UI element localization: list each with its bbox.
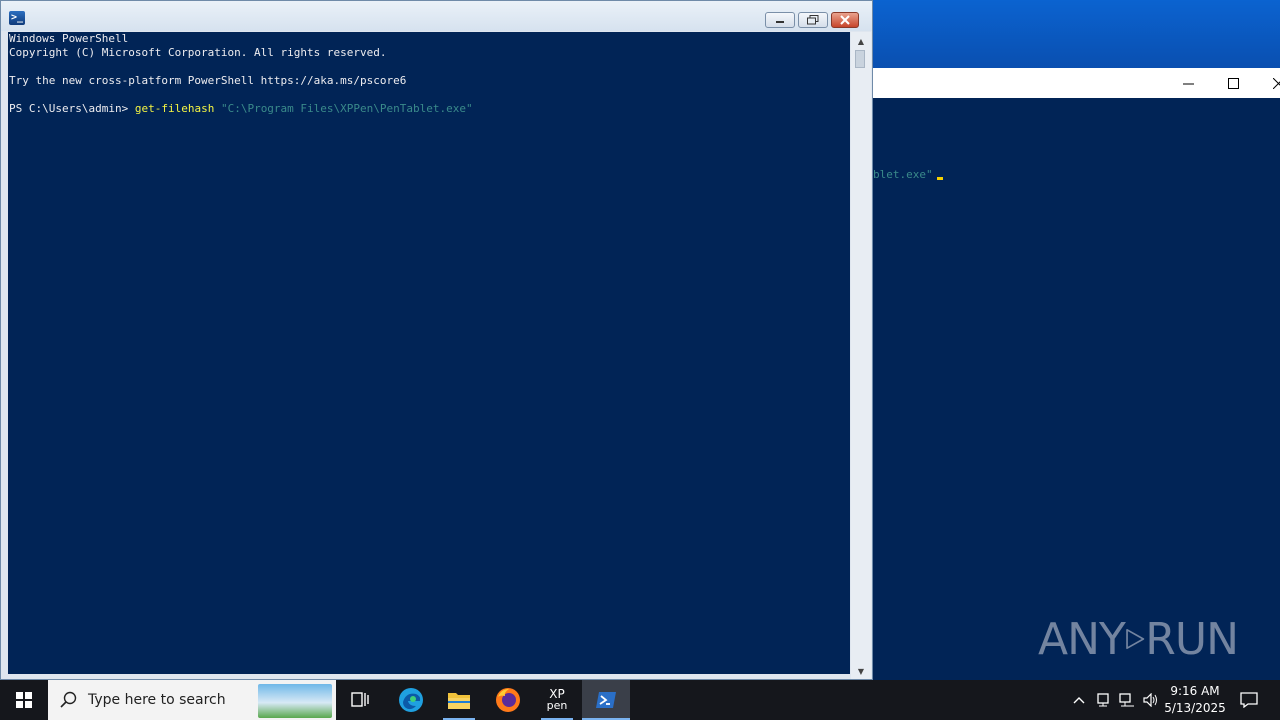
vertical-scrollbar[interactable]: ▲ ▼: [851, 32, 871, 679]
background-powershell-window[interactable]: blet.exe": [873, 68, 1280, 680]
minimize-icon[interactable]: [1165, 68, 1211, 98]
taskbar: Type here to search XP pen 9:16 AM 5/13/…: [0, 680, 1280, 720]
powershell-window[interactable]: >_ Windows PowerShell Copyright (C) Micr…: [0, 0, 873, 680]
watermark-prefix: ANY: [1038, 613, 1126, 665]
scroll-thumb[interactable]: [855, 50, 865, 68]
firefox-icon: [496, 688, 520, 712]
console-cursor: [936, 177, 943, 180]
task-view-icon: [351, 692, 369, 707]
folder-icon: [448, 693, 470, 709]
console-prompt: PS C:\Users\admin>: [9, 102, 135, 115]
powershell-taskbar-button[interactable]: [582, 680, 630, 720]
chevron-up-icon: [1073, 697, 1085, 704]
notification-icon: [1240, 692, 1258, 708]
windows-logo-icon: [16, 692, 32, 708]
powershell-icon[interactable]: >_: [9, 11, 25, 25]
console-command: get-filehash: [134, 102, 215, 115]
console-line-1: Windows PowerShell: [9, 32, 129, 45]
minimize-icon: [776, 21, 784, 23]
desktop-wallpaper: [870, 0, 1280, 68]
speaker-icon: [1143, 693, 1157, 707]
firefox-button[interactable]: [484, 680, 532, 720]
restore-button[interactable]: [798, 12, 828, 28]
restore-icon: [807, 15, 819, 25]
clock-date: 5/13/2025: [1164, 701, 1226, 715]
show-hidden-icons-button[interactable]: [1068, 680, 1090, 720]
task-view-button[interactable]: [336, 680, 384, 720]
powershell-icon: [596, 692, 616, 708]
network-button[interactable]: [1116, 680, 1138, 720]
play-logo-icon: [1126, 628, 1145, 650]
console-area[interactable]: Windows PowerShell Copyright (C) Microso…: [8, 32, 850, 674]
search-placeholder: Type here to search: [88, 692, 226, 708]
file-explorer-button[interactable]: [435, 680, 483, 720]
edge-button[interactable]: [387, 680, 435, 720]
xppen-button[interactable]: XP pen: [533, 680, 581, 720]
notifications-button[interactable]: [1234, 680, 1264, 720]
watermark-text: RUN: [1145, 613, 1239, 665]
window-titlebar[interactable]: >_: [1, 1, 872, 31]
minimize-button[interactable]: [765, 12, 795, 28]
clock-time: 9:16 AM: [1170, 684, 1220, 698]
close-icon: [840, 15, 850, 25]
console-line-4: Try the new cross-platform PowerShell ht…: [9, 74, 407, 87]
search-highlight-image[interactable]: [258, 684, 332, 718]
edge-icon: [399, 688, 423, 712]
background-console-fragment: blet.exe": [873, 168, 933, 181]
volume-button[interactable]: [1140, 680, 1162, 720]
tray-device-button[interactable]: [1092, 680, 1114, 720]
console-line-2: Copyright (C) Microsoft Corporation. All…: [9, 46, 387, 59]
background-titlebar[interactable]: [873, 68, 1280, 98]
scroll-down-icon[interactable]: ▼: [851, 664, 871, 678]
taskbar-clock[interactable]: 9:16 AM 5/13/2025: [1160, 680, 1230, 720]
close-button[interactable]: [831, 12, 859, 28]
taskbar-search-box[interactable]: Type here to search: [48, 680, 336, 720]
start-button[interactable]: [0, 680, 48, 720]
maximize-icon[interactable]: [1210, 68, 1256, 98]
anyrun-watermark: ANY RUN: [1038, 606, 1239, 672]
scroll-up-icon[interactable]: ▲: [851, 34, 871, 48]
network-icon: [1119, 693, 1134, 707]
console-argument: "C:\Program Files\XPPen\PenTablet.exe": [220, 102, 473, 115]
close-icon[interactable]: [1255, 68, 1280, 98]
xppen-label-bottom: pen: [546, 699, 568, 712]
background-console-text: blet.exe": [873, 168, 943, 181]
console-output: Windows PowerShell Copyright (C) Microso…: [8, 32, 850, 116]
search-icon: [60, 691, 77, 708]
device-icon: [1097, 693, 1109, 707]
